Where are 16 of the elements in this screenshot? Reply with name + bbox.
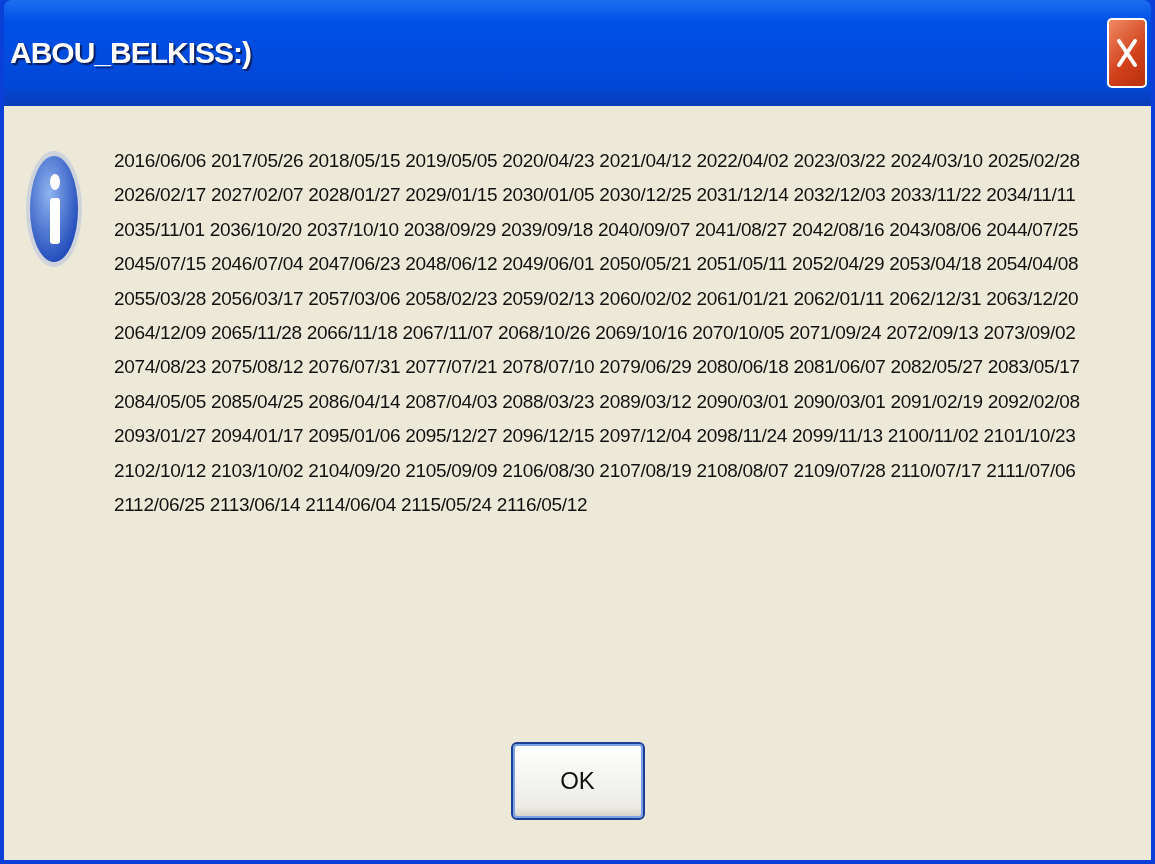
message-text: 2102/10/12 2103/10/02 2104/09/20 2105/09/09 2106/08/30 2107/08/19 2108/08/07 2109/07/28 2110/07/17 2111/07/06: [114, 458, 1077, 483]
message-text: 2064/12/09 2065/11/28 2066/11/18 2067/11/07 2068/10/26 2069/10/16 2070/10/05 2071/09/24 2072/09/13 2073/09/02: [114, 321, 1077, 346]
message-text: 2074/08/23 2075/08/12 2076/07/31 2077/07/21 2078/07/10 2079/06/29 2080/06/18 2081/06/07 2082/05/27 2083/05/17: [114, 355, 1080, 380]
message-text: 2035/11/01 2036/10/20 2037/10/10 2038/09/29 2039/09/18 2040/09/07 2041/08/27 2042/08/16 2043/08/06 2044/07/25: [114, 217, 1080, 242]
window-title: ABOU_BELKISS:): [10, 36, 251, 70]
ok-button[interactable]: OK: [510, 742, 645, 820]
message-text: 2084/05/05 2085/04/25 2086/04/14 2087/04/03 2088/03/23 2089/03/12 2090/03/01 2090/03/01 2091/02/19 2092/02/08: [114, 389, 1080, 414]
message-text: 2026/02/17 2027/02/07 2028/01/27 2029/01/15 2030/01/05 2030/12/25 2031/12/14 2032/12/03 2033/11/22 2034/11/11: [114, 183, 1077, 208]
message-text: 2093/01/27 2094/01/17 2095/01/06 2095/12/27 2096/12/15 2097/12/04 2098/11/24 2099/11/13 2100/11/02 2101/10/23: [114, 424, 1077, 449]
close-button[interactable]: [1107, 18, 1147, 88]
message-text: 2045/07/15 2046/07/04 2047/06/23 2048/06/12 2049/06/01 2050/05/21 2051/05/11 2052/04/29 2053/04/18 2054/04/08: [114, 252, 1080, 277]
close-icon: [1116, 38, 1138, 68]
message-text: 2112/06/25 2113/06/14 2114/06/04 2115/05/24 2116/05/12: [114, 493, 589, 518]
message-text: 2055/03/28 2056/03/17 2057/03/06 2058/02/23 2059/02/13 2060/02/02 2061/01/21 2062/01/11 2062/12/31 2063/12/20: [114, 286, 1080, 311]
message-text: 2016/06/06 2017/05/26 2018/05/15 2019/05/05 2020/04/23 2021/04/12 2022/04/02 2023/03/22 2024/03/10 2025/02/28: [114, 149, 1080, 173]
information-icon: [24, 148, 84, 270]
